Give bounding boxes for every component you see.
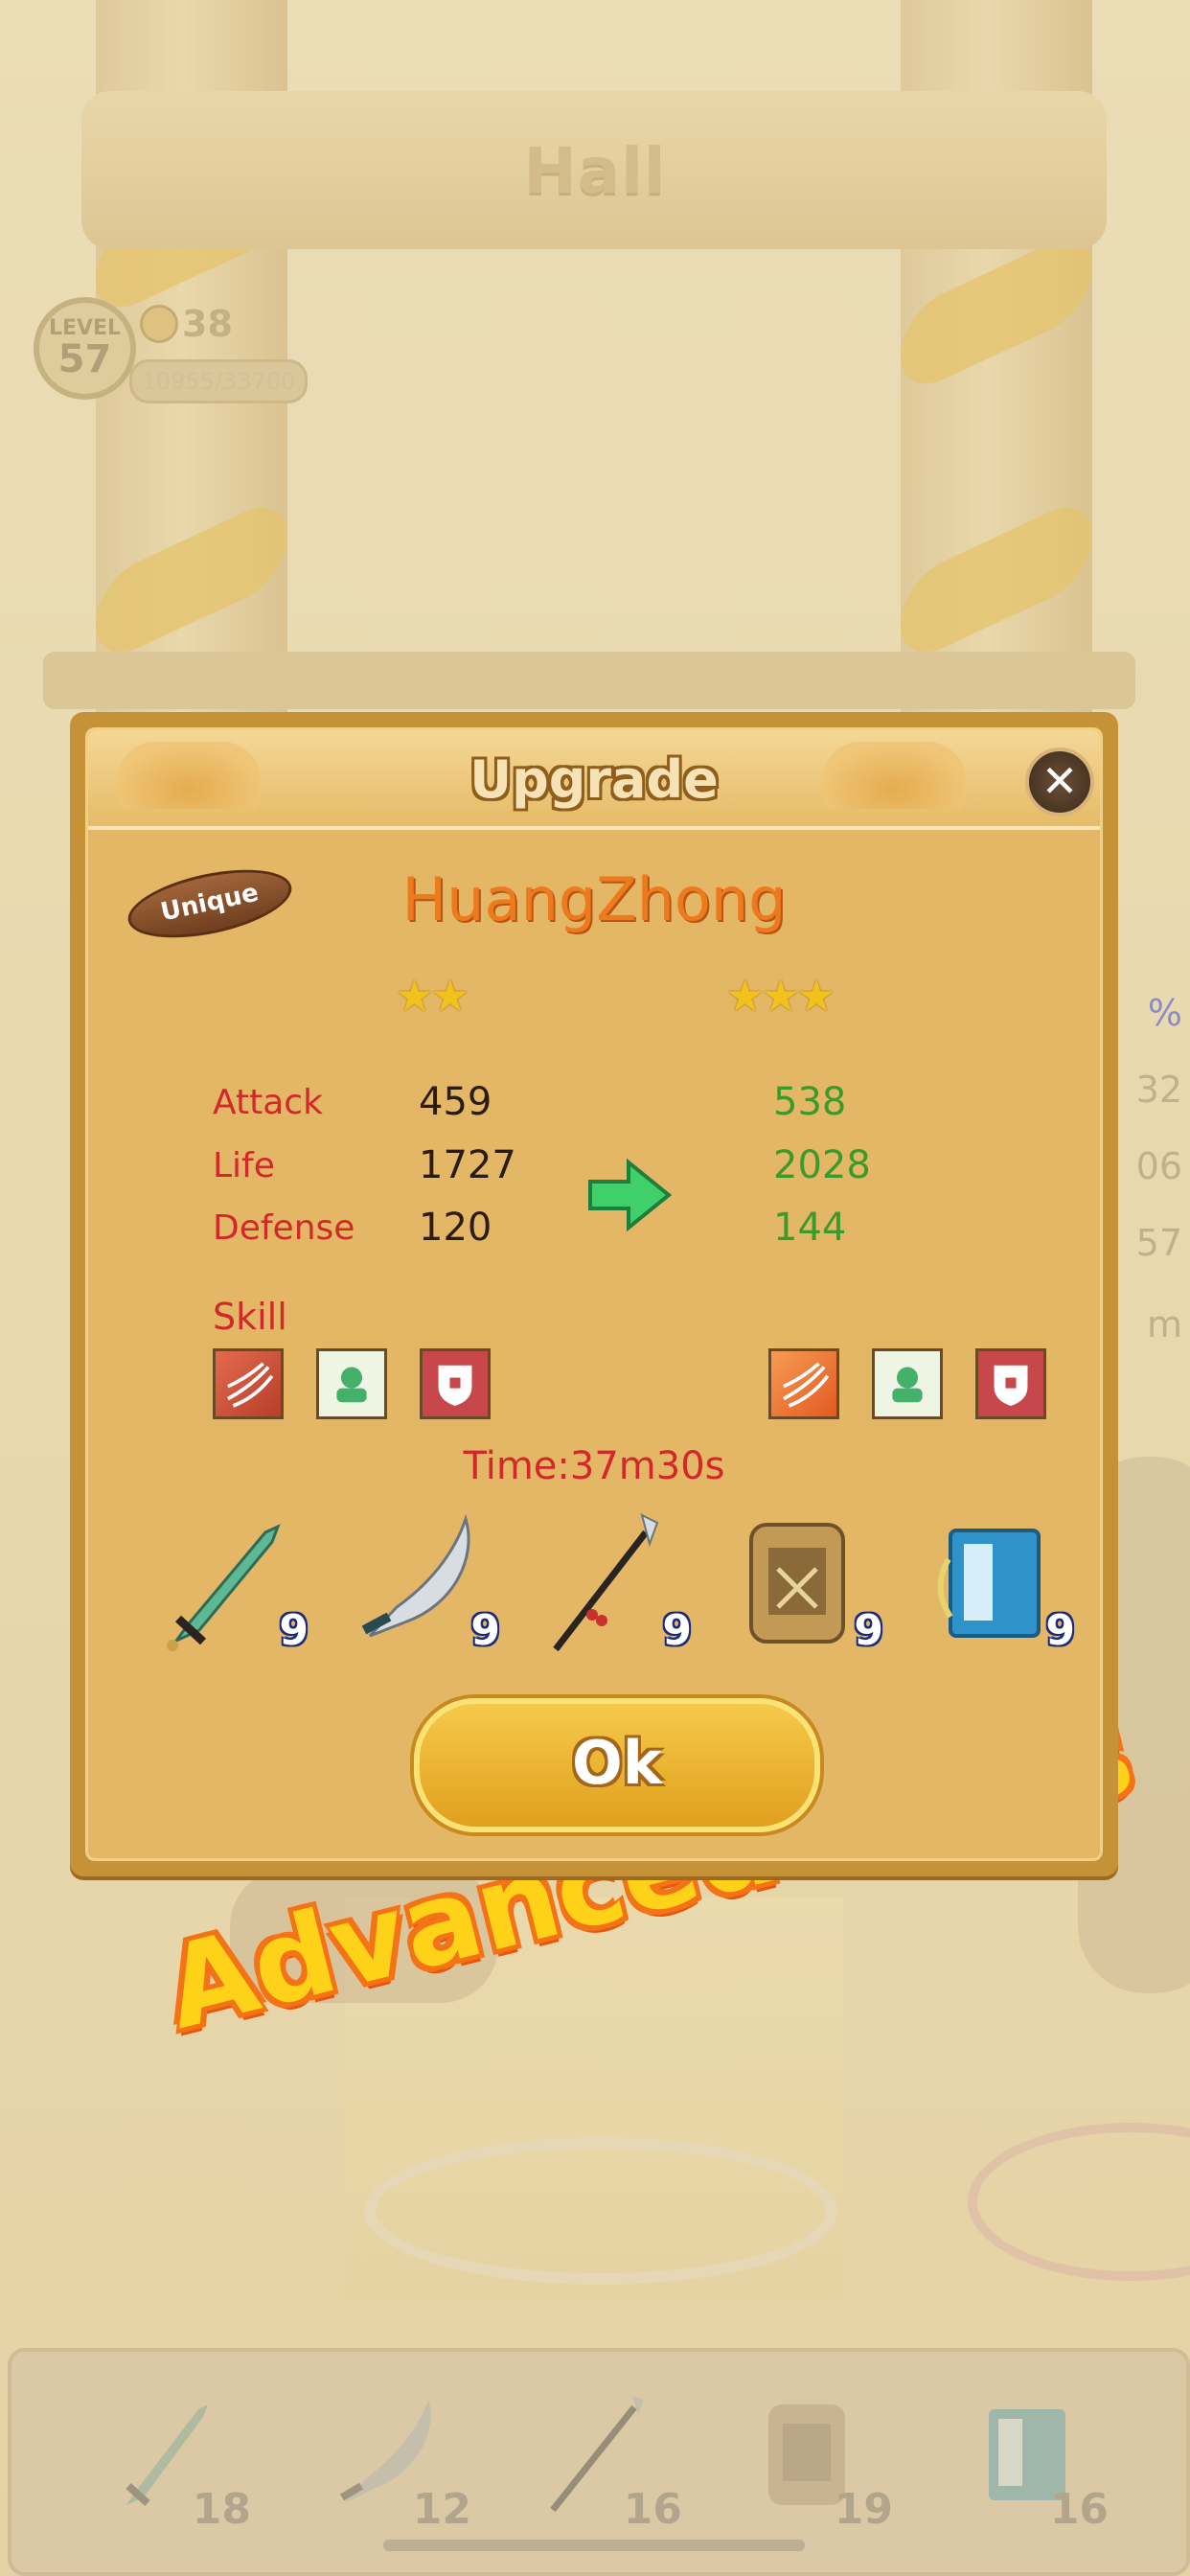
stat-defense-upgraded: 144 — [773, 1206, 847, 1250]
dialog-title: Upgrade — [469, 749, 719, 810]
arrow-right-icon — [588, 1158, 673, 1232]
close-button[interactable]: ✕ — [1025, 748, 1094, 816]
heal-skill-icon — [336, 1367, 367, 1403]
spear-icon — [553, 1513, 659, 1652]
star-icon: ★ — [395, 970, 434, 1022]
stat-attack-current: 459 — [419, 1080, 492, 1124]
stat-label-life: Life — [213, 1146, 275, 1185]
armor-icon — [749, 1523, 845, 1644]
skill-slot-current[interactable] — [316, 1348, 387, 1419]
close-icon: ✕ — [1041, 755, 1079, 807]
material-item[interactable]: 9 — [903, 1511, 1085, 1655]
shield-skill-icon — [994, 1365, 1028, 1406]
skill-slot-current[interactable] — [420, 1348, 491, 1419]
material-quantity: 9 — [662, 1606, 692, 1655]
stat-life-current: 1727 — [419, 1143, 516, 1187]
claw-skill-icon — [782, 1362, 830, 1408]
stat-label-attack: Attack — [213, 1083, 323, 1122]
skill-slot-upgraded[interactable] — [975, 1348, 1046, 1419]
stat-life-upgraded: 2028 — [773, 1143, 871, 1187]
upgrade-dialog: Upgrade ✕ Unique HuangZhong ★★ ★★★ Attac… — [70, 712, 1118, 1876]
material-item[interactable]: 9 — [711, 1511, 893, 1655]
material-item[interactable]: 9 — [136, 1511, 318, 1655]
heal-skill-icon — [892, 1367, 923, 1403]
material-quantity: 9 — [279, 1606, 309, 1655]
material-quantity: 9 — [854, 1606, 883, 1655]
star-icon: ★ — [430, 970, 469, 1022]
material-quantity: 9 — [1045, 1606, 1075, 1655]
stat-defense-current: 120 — [419, 1206, 492, 1250]
material-item[interactable]: 9 — [328, 1511, 510, 1655]
star-icon: ★ — [761, 970, 800, 1022]
skill-slot-current[interactable] — [213, 1348, 284, 1419]
star-icon: ★ — [796, 970, 836, 1022]
broadsword-icon — [361, 1514, 470, 1638]
jade-sword-icon — [167, 1524, 281, 1651]
star-icon: ★ — [725, 970, 765, 1022]
stat-attack-upgraded: 538 — [773, 1080, 847, 1124]
material-quantity: 9 — [470, 1606, 500, 1655]
skill-label: Skill — [213, 1296, 287, 1338]
current-stars: ★★ — [395, 970, 470, 1022]
ok-button[interactable]: Ok — [414, 1698, 820, 1832]
claw-skill-icon — [226, 1362, 274, 1408]
upgrade-timer: Time:37m30s — [463, 1444, 725, 1488]
material-item[interactable]: 9 — [519, 1511, 701, 1655]
shield-skill-icon — [438, 1365, 472, 1406]
dialog-header: Upgrade ✕ — [88, 730, 1100, 830]
book-icon — [937, 1529, 1041, 1638]
hero-name: HuangZhong — [401, 864, 787, 934]
skill-slot-upgraded[interactable] — [872, 1348, 943, 1419]
upgraded-stars: ★★★ — [725, 970, 836, 1022]
skill-slot-upgraded[interactable] — [768, 1348, 839, 1419]
dialog-body: Upgrade ✕ Unique HuangZhong ★★ ★★★ Attac… — [85, 727, 1103, 1861]
stat-label-defense: Defense — [213, 1208, 355, 1248]
